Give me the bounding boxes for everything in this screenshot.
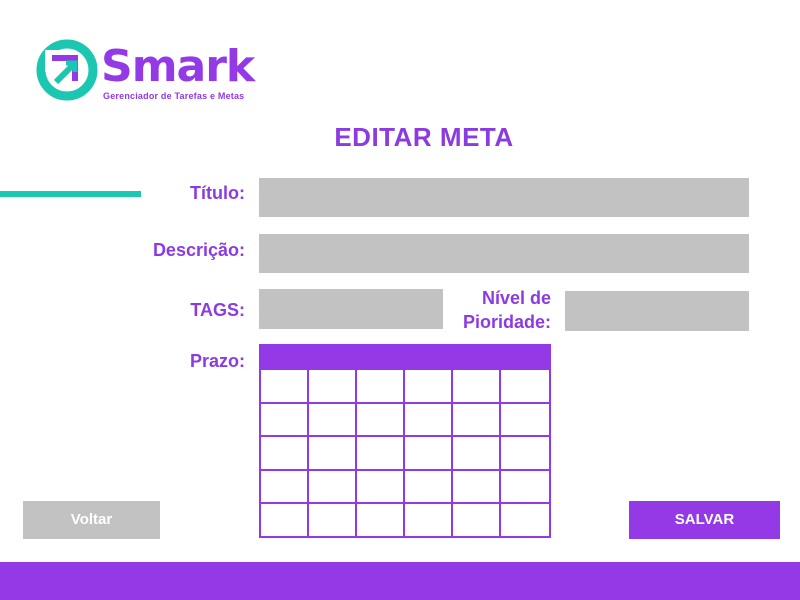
calendar-day-cell[interactable] — [405, 502, 453, 536]
calendar-day-cell[interactable] — [501, 468, 549, 503]
tags-input[interactable] — [259, 289, 443, 329]
footer-bar — [0, 562, 800, 600]
descricao-label: Descrição: — [152, 240, 245, 260]
calendar-day-cell[interactable] — [309, 502, 357, 536]
calendar-day-cell[interactable] — [261, 435, 309, 469]
accent-divider — [0, 191, 141, 197]
descricao-input[interactable] — [259, 234, 749, 273]
prazo-label: Prazo: — [189, 351, 245, 371]
calendar-day-cell[interactable] — [309, 468, 357, 503]
calendar-day-cell[interactable] — [309, 435, 357, 469]
calendar-day-cell[interactable] — [453, 502, 501, 536]
calendar-day-cell[interactable] — [405, 368, 453, 402]
calendar-day-cell[interactable] — [357, 435, 405, 469]
calendar-day-cell[interactable] — [261, 401, 309, 436]
prioridade-label: Nível de Pioridade: — [440, 286, 551, 334]
calendar-day-cell[interactable] — [501, 435, 549, 469]
calendar-day-cell[interactable] — [405, 401, 453, 436]
brand-logo: Smark Gerenciador de Tarefas e Metas — [35, 38, 265, 106]
arrow-up-right-in-circle-icon — [36, 39, 98, 101]
save-button[interactable]: SALVAR — [629, 501, 780, 539]
brand-name: Smark — [101, 41, 255, 92]
prazo-calendar[interactable] — [259, 344, 551, 538]
calendar-day-cell[interactable] — [453, 435, 501, 469]
calendar-day-cell[interactable] — [453, 468, 501, 503]
calendar-day-cell[interactable] — [453, 401, 501, 436]
calendar-day-cell[interactable] — [261, 368, 309, 402]
calendar-day-cell[interactable] — [309, 401, 357, 436]
back-button[interactable]: Voltar — [23, 501, 160, 539]
calendar-day-cell[interactable] — [501, 502, 549, 536]
calendar-grid — [259, 368, 551, 538]
brand-tagline: Gerenciador de Tarefas e Metas — [103, 91, 245, 101]
calendar-day-cell[interactable] — [261, 502, 309, 536]
calendar-day-cell[interactable] — [357, 401, 405, 436]
calendar-day-cell[interactable] — [453, 368, 501, 402]
prioridade-label-line2: Pioridade: — [462, 312, 551, 332]
calendar-day-cell[interactable] — [501, 368, 549, 402]
page-title: EDITAR META — [334, 122, 514, 152]
prioridade-input[interactable] — [565, 291, 749, 331]
titulo-input[interactable] — [259, 178, 749, 217]
prioridade-label-line1: Nível de — [481, 288, 551, 308]
calendar-day-cell[interactable] — [357, 468, 405, 503]
calendar-day-cell[interactable] — [405, 435, 453, 469]
calendar-day-cell[interactable] — [357, 502, 405, 536]
calendar-day-cell[interactable] — [501, 401, 549, 436]
tags-label: TAGS: — [190, 300, 245, 320]
titulo-label: Título: — [190, 183, 245, 203]
calendar-day-cell[interactable] — [357, 368, 405, 402]
calendar-day-cell[interactable] — [261, 468, 309, 503]
calendar-header — [259, 344, 551, 368]
calendar-day-cell[interactable] — [309, 368, 357, 402]
calendar-day-cell[interactable] — [405, 468, 453, 503]
